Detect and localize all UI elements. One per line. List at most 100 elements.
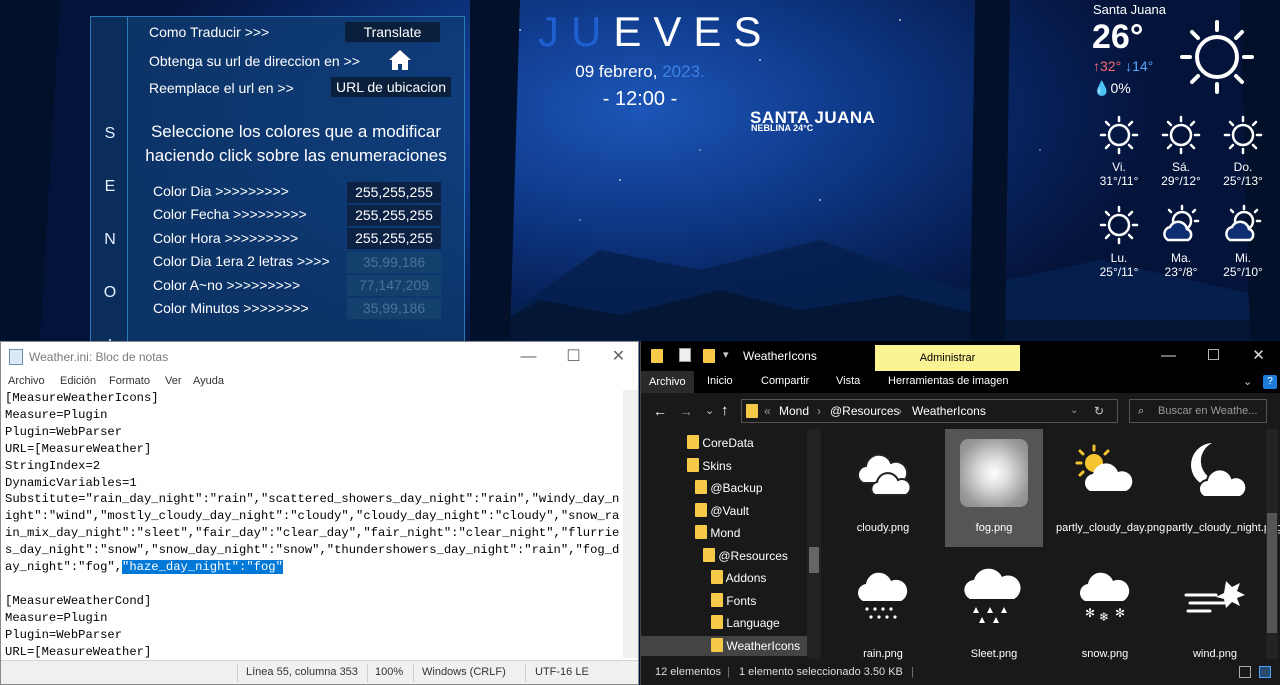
address-bar[interactable]: « Mond › @Resources › WeatherIcons ⌄ ↻ — [741, 399, 1118, 423]
file-item[interactable]: rain.png — [834, 557, 932, 667]
breadcrumb-separator-icon[interactable]: › — [817, 400, 821, 422]
scrollbar-thumb[interactable] — [1267, 513, 1277, 633]
color-hour-value[interactable]: 255,255,255 — [347, 228, 441, 249]
new-folder-icon[interactable] — [703, 349, 715, 363]
nav-item-coredata[interactable]: CoreData — [687, 433, 754, 453]
translate-button[interactable]: Translate — [345, 22, 440, 42]
menu-ayuda[interactable]: Ayuda — [193, 375, 224, 387]
tab-compartir[interactable]: Compartir — [761, 375, 809, 387]
text-content: [MeasureWeatherCond] Measure=Plugin Plug… — [5, 593, 152, 658]
folder-icon — [711, 593, 723, 607]
search-box[interactable]: ⌕ Buscar en Weathe... — [1129, 399, 1267, 423]
file-item[interactable]: partly_cloudy_day.png — [1056, 429, 1165, 547]
file-name: fog.png — [975, 522, 1013, 534]
quick-access-dropdown-icon[interactable]: ▾ — [723, 348, 729, 361]
sleet-icon — [964, 568, 1021, 623]
explorer-titlebar[interactable]: ▾ WeatherIcons Administrar — ☐ ✕ — [641, 341, 1280, 371]
low-temp: ↓14° — [1125, 58, 1154, 74]
fog-icon — [960, 439, 1028, 507]
help-icon[interactable]: ? — [1263, 375, 1277, 389]
address-dropdown-icon[interactable]: ⌄ — [1070, 400, 1078, 422]
overflow-chevron-icon[interactable]: « — [764, 400, 771, 422]
weekday-first-letters: JU — [538, 8, 614, 55]
location-url-button[interactable]: URL de ubicacion — [331, 77, 451, 97]
tab-herramientas-imagen[interactable]: Herramientas de imagen — [888, 375, 1008, 387]
breadcrumb-weathericons[interactable]: WeatherIcons — [912, 400, 986, 422]
file-grid-scrollbar[interactable] — [1266, 429, 1278, 659]
tab-vista[interactable]: Vista — [836, 375, 860, 387]
nav-item-weathericons[interactable]: WeatherIcons — [641, 636, 807, 656]
svg-text:✻: ✻ — [1085, 606, 1095, 620]
folder-icon — [711, 615, 723, 629]
notepad-titlebar[interactable]: Weather.ini: Bloc de notas — ☐ ✕ — [1, 342, 638, 372]
line-ending: Windows (CRLF) — [422, 666, 506, 678]
recent-locations-icon[interactable]: ⌄ — [705, 404, 714, 417]
maximize-button[interactable]: ☐ — [551, 346, 596, 368]
vertical-strip: S E N O I — [91, 17, 128, 354]
color-day-first-letters-value[interactable]: 35,99,186 — [347, 252, 441, 273]
nav-item-label: @Vault — [710, 504, 749, 518]
maximize-button[interactable]: ☐ — [1191, 345, 1236, 367]
rain-chance-value: 0% — [1110, 80, 1131, 96]
menu-archivo[interactable]: Archivo — [8, 375, 45, 387]
file-item[interactable]: ✻ ❄ ✻ snow.png — [1056, 557, 1154, 667]
file-item[interactable]: partly_cloudy_night.png — [1166, 429, 1280, 547]
properties-icon[interactable] — [679, 348, 691, 362]
item-count: 12 elementos — [655, 666, 722, 678]
details-view-icon[interactable] — [1239, 666, 1251, 678]
nav-item-fonts[interactable]: Fonts — [711, 591, 756, 611]
file-item[interactable]: wind.png — [1166, 557, 1264, 667]
nav-item-resources[interactable]: @Resources — [703, 546, 788, 566]
forward-arrow-icon[interactable]: → — [679, 403, 693, 419]
search-icon: ⌕ — [1138, 405, 1145, 417]
nav-item-label: Fonts — [726, 594, 757, 608]
file-item[interactable]: Sleet.png — [945, 557, 1043, 667]
status-separator: | — [727, 666, 730, 678]
up-arrow-icon[interactable]: ↑ — [721, 402, 729, 419]
menu-ver[interactable]: Ver — [165, 375, 182, 387]
vertical-label: S E N O I — [101, 107, 119, 372]
close-button[interactable]: ✕ — [596, 346, 641, 368]
nav-item-label: Skins — [702, 459, 732, 473]
nav-item-skins[interactable]: Skins — [687, 456, 732, 476]
folder-icon — [711, 570, 723, 584]
nav-item-backup[interactable]: @Backup — [695, 478, 763, 498]
forecast-day: Vi. 31°/11° — [1089, 160, 1149, 188]
nav-item-vault[interactable]: @Vault — [695, 501, 749, 521]
large-icons-view-icon[interactable] — [1259, 666, 1271, 678]
manage-tab[interactable]: Administrar — [875, 345, 1020, 371]
high-low-temps: ↑32° ↓14° — [1093, 58, 1153, 74]
expand-ribbon-icon[interactable]: ⌄ — [1243, 375, 1252, 388]
color-date-value[interactable]: 255,255,255 — [347, 205, 441, 226]
close-button[interactable]: ✕ — [1236, 345, 1280, 367]
file-item[interactable]: cloudy.png — [834, 429, 932, 547]
home-icon[interactable] — [387, 48, 413, 72]
text-content: [MeasureWeatherIcons] Measure=Plugin Plu… — [5, 391, 620, 575]
back-arrow-icon[interactable]: ← — [653, 403, 667, 419]
color-year-value[interactable]: 77,147,209 — [347, 275, 441, 296]
forecast-day-name: Sá. — [1171, 160, 1190, 174]
breadcrumb-separator-icon[interactable]: › — [898, 400, 902, 422]
notepad-text-area[interactable]: [MeasureWeatherIcons] Measure=Plugin Plu… — [5, 390, 625, 658]
folder-icon — [703, 548, 715, 562]
refresh-icon[interactable]: ↻ — [1094, 400, 1104, 422]
navigation-scrollbar[interactable] — [807, 429, 821, 659]
year-text: 2023. — [662, 62, 705, 81]
tab-archivo[interactable]: Archivo — [641, 371, 694, 393]
tab-inicio[interactable]: Inicio — [707, 375, 733, 387]
scrollbar-thumb[interactable] — [809, 547, 819, 573]
nav-item-addons[interactable]: Addons — [711, 568, 766, 588]
status-separator — [413, 664, 414, 682]
color-day-value[interactable]: 255,255,255 — [347, 182, 441, 203]
file-item-selected[interactable]: fog.png — [945, 429, 1043, 547]
nav-item-language[interactable]: Language — [711, 613, 780, 633]
minimize-button[interactable]: — — [1146, 345, 1191, 367]
breadcrumb-resources[interactable]: @Resources — [830, 400, 900, 422]
vertical-scrollbar[interactable] — [623, 390, 638, 658]
breadcrumb-mond[interactable]: Mond — [779, 400, 809, 422]
color-minutes-value[interactable]: 35,99,186 — [347, 298, 441, 319]
menu-formato[interactable]: Formato — [109, 375, 150, 387]
menu-edicion[interactable]: Edición — [60, 375, 96, 387]
minimize-button[interactable]: — — [506, 346, 551, 368]
nav-item-mond[interactable]: Mond — [695, 523, 740, 543]
